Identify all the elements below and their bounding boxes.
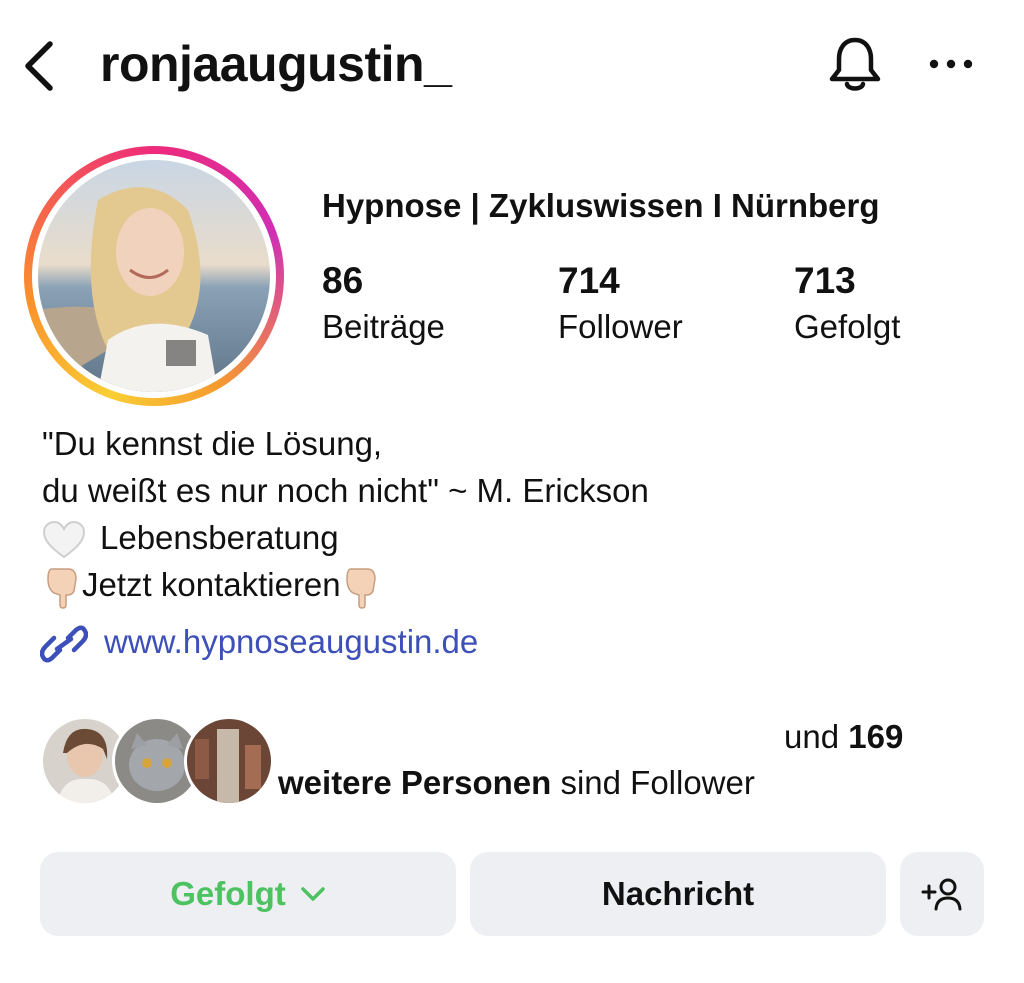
stat-posts[interactable]: 86 Beiträge (322, 258, 445, 350)
following-button-label: Gefolgt (170, 875, 286, 912)
sind-follower-text: sind Follower (560, 764, 755, 801)
stat-following-label: Gefolgt (794, 308, 901, 345)
back-arrow-icon[interactable] (20, 38, 60, 94)
mutual-followers-line-2: weitere Personen sind Follower (278, 760, 755, 806)
stat-posts-count: 86 (322, 260, 364, 301)
stat-following-count: 713 (794, 260, 856, 301)
profile-bio: "Du kennst die Lösung, du weißt es nur n… (42, 420, 649, 610)
profile-avatar (38, 160, 270, 392)
white-heart-icon (42, 521, 86, 559)
add-person-icon (921, 878, 962, 911)
chevron-down-icon (300, 887, 325, 901)
stat-posts-label: Beiträge (322, 308, 445, 345)
mutual-follower-avatar (184, 716, 274, 806)
mutual-followers-count: 169 (848, 718, 904, 755)
profile-display-name: Hypnose | Zykluswissen I Nürnberg (322, 187, 880, 224)
message-button[interactable]: Nachricht (470, 852, 886, 936)
bio-line-4: Jetzt kontaktieren (42, 561, 649, 610)
more-options-icon[interactable] (928, 56, 974, 72)
bell-icon[interactable] (824, 34, 886, 96)
profile-username: ronjaaugustin_ (100, 36, 452, 92)
pointing-down-hand-icon (345, 568, 376, 610)
suggested-accounts-button[interactable] (900, 852, 984, 936)
bio-contact-cta: Jetzt kontaktieren (82, 566, 341, 603)
und-text: und (784, 718, 840, 755)
stat-following[interactable]: 713 Gefolgt (794, 258, 900, 350)
stat-followers[interactable]: 714 Follower (558, 258, 683, 350)
link-icon (40, 625, 88, 663)
stat-followers-label: Follower (558, 308, 683, 345)
pointing-down-hand-icon (47, 568, 77, 610)
message-button-label: Nachricht (601, 875, 755, 912)
following-dropdown-button[interactable]: Gefolgt (40, 852, 456, 936)
profile-avatar-story-ring[interactable] (24, 146, 284, 406)
weitere-personen-text: weitere Personen (278, 764, 552, 801)
bio-line-3: Lebensberatung (42, 514, 649, 561)
bio-quote-line-1: "Du kennst die Lösung, (42, 425, 383, 462)
stat-followers-count: 714 (558, 260, 620, 301)
bio-lebensberatung: Lebensberatung (100, 519, 339, 556)
top-bar: ronjaaugustin_ (0, 0, 1024, 130)
bio-quote-line-2: du weißt es nur noch nicht" ~ M. Erickso… (42, 472, 649, 509)
mutual-followers-avatars[interactable] (40, 716, 274, 806)
bio-link-url[interactable]: www.hypnoseaugustin.de (104, 620, 478, 664)
mutual-followers-line-1: und 169 (784, 714, 903, 760)
